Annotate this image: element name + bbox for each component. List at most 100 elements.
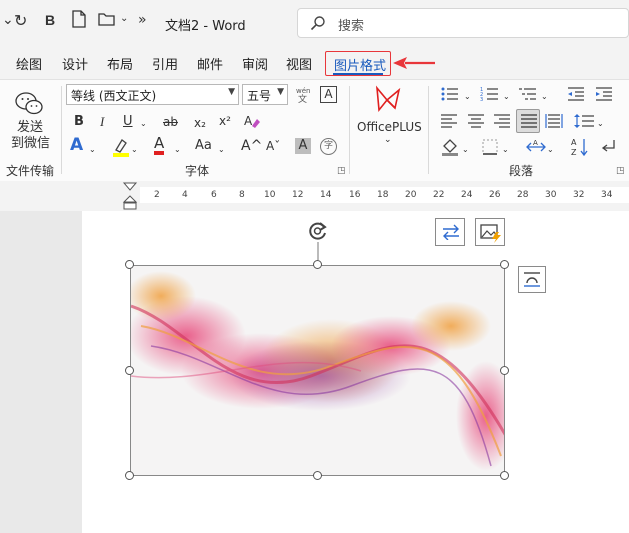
tab-view[interactable]: 视图 — [286, 54, 312, 73]
ruler-tick: 32 — [573, 190, 585, 200]
shrink-font-button[interactable]: Aˇ — [266, 138, 280, 154]
more-commands-icon[interactable]: » — [138, 12, 147, 28]
title-bar: ⌄ ↻ B ⌄ » 文档2 - Word 搜索 — [0, 0, 629, 46]
align-center-icon[interactable] — [467, 113, 485, 132]
character-shading-button[interactable]: A — [295, 138, 311, 154]
chevron-down-icon[interactable]: ⌄ — [502, 142, 509, 158]
wrap-text-layout-button[interactable] — [518, 266, 546, 293]
chevron-down-icon[interactable]: ⌄ — [140, 116, 147, 132]
highlight-color-button[interactable] — [112, 137, 130, 162]
send-to-wechat-button[interactable] — [14, 90, 44, 121]
font-color-button[interactable]: A — [154, 136, 165, 155]
resize-handle-left[interactable] — [125, 366, 134, 375]
chevron-down-icon[interactable]: ⌄ — [547, 142, 554, 158]
svg-text:Z: Z — [571, 148, 577, 157]
chevron-down-icon[interactable]: ⌄ — [541, 89, 548, 105]
ruler-tick: 12 — [292, 190, 304, 200]
character-border-button[interactable]: A — [320, 86, 337, 103]
bold-button[interactable]: B — [74, 114, 84, 130]
chevron-down-icon[interactable]: ⌄ — [174, 142, 181, 158]
resize-handle-top-left[interactable] — [125, 260, 134, 269]
change-case-button[interactable]: Aa — [195, 138, 212, 154]
chevron-down-icon[interactable]: ⌄ — [597, 116, 604, 132]
tab-review[interactable]: 审阅 — [242, 54, 268, 73]
increase-indent-icon[interactable] — [595, 86, 613, 105]
abstract-fluid-art-image — [131, 266, 504, 475]
sort-icon[interactable]: AZ — [571, 137, 589, 160]
group-separator — [61, 86, 62, 174]
resize-handle-right[interactable] — [500, 366, 509, 375]
ruler-tick: 34 — [601, 190, 613, 200]
red-arrow-annotation — [393, 57, 435, 69]
decrease-indent-icon[interactable] — [567, 86, 585, 105]
indent-marker-icon[interactable] — [121, 182, 139, 212]
borders-icon[interactable] — [482, 139, 498, 158]
picture-quick-action-button[interactable] — [475, 218, 505, 246]
ruler-tick: 10 — [264, 190, 276, 200]
group-label-paragraph: 段落 — [509, 164, 534, 178]
text-effects-button[interactable]: A — [70, 137, 83, 154]
chevron-down-icon[interactable]: ⌄ — [131, 142, 138, 158]
clear-formatting-icon[interactable]: A — [243, 112, 261, 135]
phonetic-guide-button[interactable]: 文 — [298, 92, 307, 108]
search-box[interactable]: 搜索 — [297, 8, 629, 38]
paragraph-dialog-launcher-icon[interactable]: ◳ — [616, 166, 625, 176]
new-document-icon[interactable] — [72, 10, 86, 32]
grow-font-button[interactable]: A^ — [241, 138, 262, 154]
selected-picture[interactable] — [130, 265, 505, 476]
chevron-down-icon[interactable]: ⌄ — [464, 89, 471, 105]
ruler-tick: 22 — [433, 190, 445, 200]
quick-access-customize-icon[interactable]: ⌄ — [120, 13, 128, 24]
redo-icon[interactable]: ↻ — [14, 11, 27, 30]
multilevel-list-icon[interactable] — [518, 86, 540, 105]
tab-layout[interactable]: 布局 — [107, 54, 133, 73]
numbering-icon[interactable]: 123 — [480, 86, 502, 105]
underline-button[interactable]: U — [123, 114, 133, 130]
group-separator — [428, 86, 429, 174]
shading-icon[interactable] — [441, 138, 459, 159]
distributed-icon[interactable] — [545, 113, 563, 132]
align-left-icon[interactable] — [440, 113, 458, 132]
chevron-down-icon: ▼ — [228, 87, 235, 97]
chevron-down-icon[interactable]: ⌄ — [384, 132, 392, 148]
chevron-down-icon: ▼ — [277, 87, 284, 97]
open-folder-icon[interactable] — [98, 12, 116, 30]
superscript-button[interactable]: x² — [219, 113, 231, 129]
resize-handle-bottom[interactable] — [313, 471, 322, 480]
bold-quick-button[interactable]: B — [45, 12, 55, 28]
resize-handle-bottom-left[interactable] — [125, 471, 134, 480]
resize-handle-bottom-right[interactable] — [500, 471, 509, 480]
line-spacing-icon[interactable] — [573, 113, 595, 132]
tab-mailings[interactable]: 邮件 — [197, 54, 223, 73]
asian-layout-icon[interactable]: A — [526, 138, 546, 159]
resize-handle-top[interactable] — [313, 260, 322, 269]
font-size-combo[interactable]: 五号 ▼ — [242, 84, 288, 105]
chevron-down-icon[interactable]: ⌄ — [462, 142, 469, 158]
chevron-down-icon[interactable]: ⌄ — [503, 89, 510, 105]
font-dialog-launcher-icon[interactable]: ◳ — [337, 166, 346, 176]
resize-handle-top-right[interactable] — [500, 260, 509, 269]
ruler-tick: 16 — [349, 190, 361, 200]
enclose-characters-button[interactable]: 字 — [320, 138, 337, 155]
font-name-value: 等线 (西文正文) — [71, 89, 157, 103]
justify-button[interactable] — [516, 109, 540, 133]
align-right-icon[interactable] — [493, 113, 511, 132]
chevron-down-icon[interactable]: ⌄ — [218, 142, 225, 158]
layout-options-button[interactable] — [435, 218, 465, 246]
italic-button[interactable]: I — [100, 114, 104, 130]
chevron-down-icon[interactable]: ⌄ — [89, 142, 96, 158]
font-name-combo[interactable]: 等线 (西文正文) ▼ — [66, 84, 239, 105]
bullets-icon[interactable] — [440, 86, 462, 105]
subscript-button[interactable]: x₂ — [194, 115, 206, 131]
tab-references[interactable]: 引用 — [152, 54, 178, 73]
strikethrough-button[interactable]: ab — [163, 114, 178, 130]
ruler-tick: 20 — [405, 190, 417, 200]
tab-design[interactable]: 设计 — [62, 54, 88, 73]
show-paragraph-marks-icon[interactable] — [599, 138, 617, 159]
tab-draw[interactable]: 绘图 — [16, 54, 42, 73]
ruler-tick: 6 — [211, 190, 217, 200]
group-label-font: 字体 — [185, 164, 210, 178]
rotate-handle-icon[interactable] — [306, 219, 330, 243]
officeplus-logo-icon[interactable] — [373, 84, 403, 117]
undo-dropdown-icon[interactable]: ⌄ — [2, 12, 14, 28]
